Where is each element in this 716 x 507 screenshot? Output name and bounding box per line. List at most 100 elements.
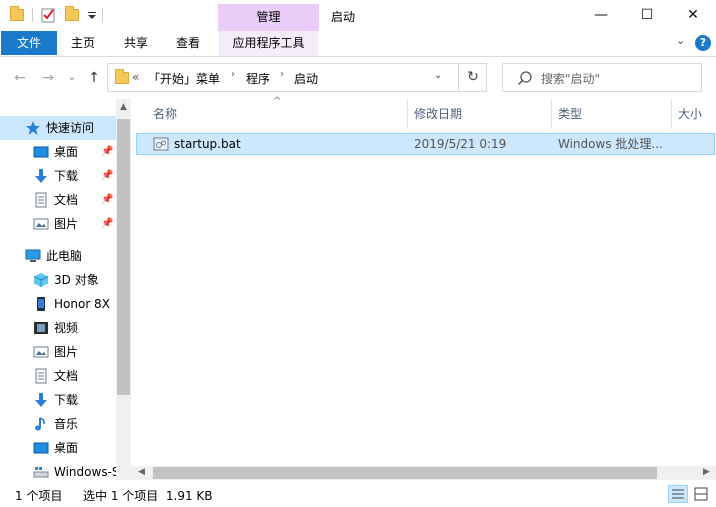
help-icon[interactable]: ? xyxy=(695,35,711,51)
selection-info: 选中 1 个项目 1.91 KB xyxy=(83,489,213,503)
nav-item-label: 音乐 xyxy=(54,417,79,431)
address-row: ← → ⌄ ↑ « 「开始」菜单 › 程序 › 启动 ⌄ ↻ 搜索"启动" xyxy=(0,58,716,99)
file-modified: 2019/5/21 0:19 xyxy=(414,137,507,151)
nav-item-documents[interactable]: 文档 📌 xyxy=(0,188,116,212)
nav-item-this-pc[interactable]: 此电脑 xyxy=(0,244,116,268)
address-dropdown[interactable]: ⌄ xyxy=(434,70,442,81)
nav-item-label: 图片 xyxy=(54,345,79,359)
scroll-right-arrow[interactable]: ▶ xyxy=(699,467,714,477)
file-list: ^ 名称 修改日期 类型 大小 startup.bat 2019/5/21 0:… xyxy=(131,96,716,480)
up-button[interactable]: ↑ xyxy=(84,68,104,88)
3d-objects-icon xyxy=(33,273,49,287)
search-box[interactable]: 搜索"启动" xyxy=(502,63,702,92)
desktop-icon xyxy=(33,442,49,454)
close-button[interactable]: ✕ xyxy=(670,0,716,31)
quick-access-separator xyxy=(32,8,33,22)
document-icon xyxy=(35,192,47,208)
nav-item-pictures[interactable]: 图片 📌 xyxy=(0,212,116,236)
refresh-button[interactable]: ↻ xyxy=(458,64,487,91)
nav-item-honor-8x[interactable]: Honor 8X xyxy=(0,292,116,316)
pin-icon[interactable]: 📌 xyxy=(101,164,113,188)
tab-application-tools[interactable]: 应用程序工具 xyxy=(219,31,318,56)
nav-item-label: 3D 对象 xyxy=(54,273,99,287)
properties-icon[interactable] xyxy=(40,7,56,23)
nav-item-music[interactable]: 音乐 xyxy=(0,412,116,436)
column-header-size[interactable]: 大小 xyxy=(672,99,716,129)
column-header-type[interactable]: 类型 xyxy=(552,99,672,129)
address-bar[interactable]: « 「开始」菜单 › 程序 › 启动 ⌄ ↻ xyxy=(107,63,487,92)
picture-icon xyxy=(33,218,49,230)
nav-item-label: Honor 8X xyxy=(54,297,110,311)
horizontal-scrollbar[interactable]: ◀ ▶ xyxy=(131,466,716,480)
item-count: 1 个项目 xyxy=(15,489,63,503)
table-row[interactable]: startup.bat 2019/5/21 0:19 Windows 批处理..… xyxy=(136,133,715,155)
ribbon-tabs: 文件 主页 共享 查看 应用程序工具 ⌄ xyxy=(0,31,716,57)
nav-item-documents-pc[interactable]: 文档 xyxy=(0,364,116,388)
quick-access-separator xyxy=(102,8,103,22)
tab-share[interactable]: 共享 xyxy=(112,31,160,56)
picture-icon xyxy=(33,346,49,358)
nav-item-desktop-pc[interactable]: 桌面 xyxy=(0,436,116,460)
breadcrumb-startup[interactable]: 启动 xyxy=(294,70,318,87)
nav-item-label: 下载 xyxy=(54,169,79,183)
music-icon xyxy=(35,417,45,431)
search-input[interactable]: 搜索"启动" xyxy=(541,70,600,87)
new-folder-icon[interactable] xyxy=(65,6,79,21)
breadcrumb-programs[interactable]: 程序 xyxy=(246,70,270,87)
horizontal-scroll-thumb[interactable] xyxy=(153,467,657,479)
pin-icon[interactable]: 📌 xyxy=(101,140,113,164)
nav-item-label: 桌面 xyxy=(54,145,79,159)
folder-icon xyxy=(10,6,24,21)
pin-icon[interactable]: 📌 xyxy=(101,188,113,212)
nav-item-3d-objects[interactable]: 3D 对象 xyxy=(0,268,116,292)
nav-item-label: 下载 xyxy=(54,393,79,407)
download-icon xyxy=(35,169,47,183)
window-title: 启动 xyxy=(331,10,356,24)
maximize-button[interactable]: ☐ xyxy=(624,0,670,31)
nav-item-label: 图片 xyxy=(54,217,79,231)
nav-item-label: 桌面 xyxy=(54,441,79,455)
title-bar: 管理 启动 — ☐ ✕ xyxy=(0,0,716,31)
scroll-left-arrow[interactable]: ◀ xyxy=(134,467,149,477)
nav-item-quick-access[interactable]: 快速访问 xyxy=(0,116,116,140)
nav-scroll-thumb[interactable] xyxy=(117,119,130,395)
tab-home[interactable]: 主页 xyxy=(59,31,107,56)
nav-item-label: Windows-S xyxy=(54,465,120,479)
desktop-icon xyxy=(33,146,49,158)
nav-item-label: 文档 xyxy=(54,369,79,383)
scroll-up-arrow[interactable]: ▲ xyxy=(116,102,131,112)
large-icons-view-icon[interactable] xyxy=(691,485,711,503)
nav-item-videos[interactable]: 视频 xyxy=(0,316,116,340)
document-icon xyxy=(35,368,47,384)
breadcrumb-start-menu[interactable]: 「开始」菜单 xyxy=(148,70,220,87)
navigation-pane: 快速访问 桌面 📌 下载 📌 文档 📌 图片 📌 此电脑 3D 对象 Honor… xyxy=(0,99,131,480)
phone-icon xyxy=(37,297,45,311)
details-view-icon[interactable] xyxy=(668,485,688,503)
nav-item-desktop[interactable]: 桌面 📌 xyxy=(0,140,116,164)
nav-item-label: 视频 xyxy=(54,321,79,335)
breadcrumb-separator[interactable]: › xyxy=(280,69,284,80)
tab-view[interactable]: 查看 xyxy=(164,31,212,56)
recent-locations-button[interactable]: ⌄ xyxy=(62,68,82,88)
nav-item-downloads[interactable]: 下载 📌 xyxy=(0,164,116,188)
forward-button[interactable]: → xyxy=(38,68,58,88)
column-header-name[interactable]: 名称 xyxy=(147,99,408,129)
breadcrumb-overflow[interactable]: « xyxy=(132,70,139,84)
nav-scrollbar[interactable]: ▲ xyxy=(116,99,131,480)
nav-item-label: 文档 xyxy=(54,193,79,207)
customize-toolbar-icon[interactable] xyxy=(85,7,101,23)
ribbon-collapse-button[interactable]: ⌄ xyxy=(676,34,685,47)
column-header-date-modified[interactable]: 修改日期 xyxy=(408,99,552,129)
nav-item-windows-drive[interactable]: Windows-S xyxy=(0,460,120,480)
file-type: Windows 批处理... xyxy=(558,137,663,151)
batch-file-icon xyxy=(153,137,169,151)
back-button[interactable]: ← xyxy=(10,68,30,88)
tab-file[interactable]: 文件 xyxy=(1,31,57,55)
nav-item-downloads-pc[interactable]: 下载 xyxy=(0,388,116,412)
nav-item-pictures-pc[interactable]: 图片 xyxy=(0,340,116,364)
breadcrumb-separator[interactable]: › xyxy=(231,69,235,80)
pin-icon[interactable]: 📌 xyxy=(101,212,113,236)
nav-item-label: 此电脑 xyxy=(46,249,83,263)
tab-manage[interactable]: 管理 xyxy=(218,4,319,31)
minimize-button[interactable]: — xyxy=(578,0,624,31)
